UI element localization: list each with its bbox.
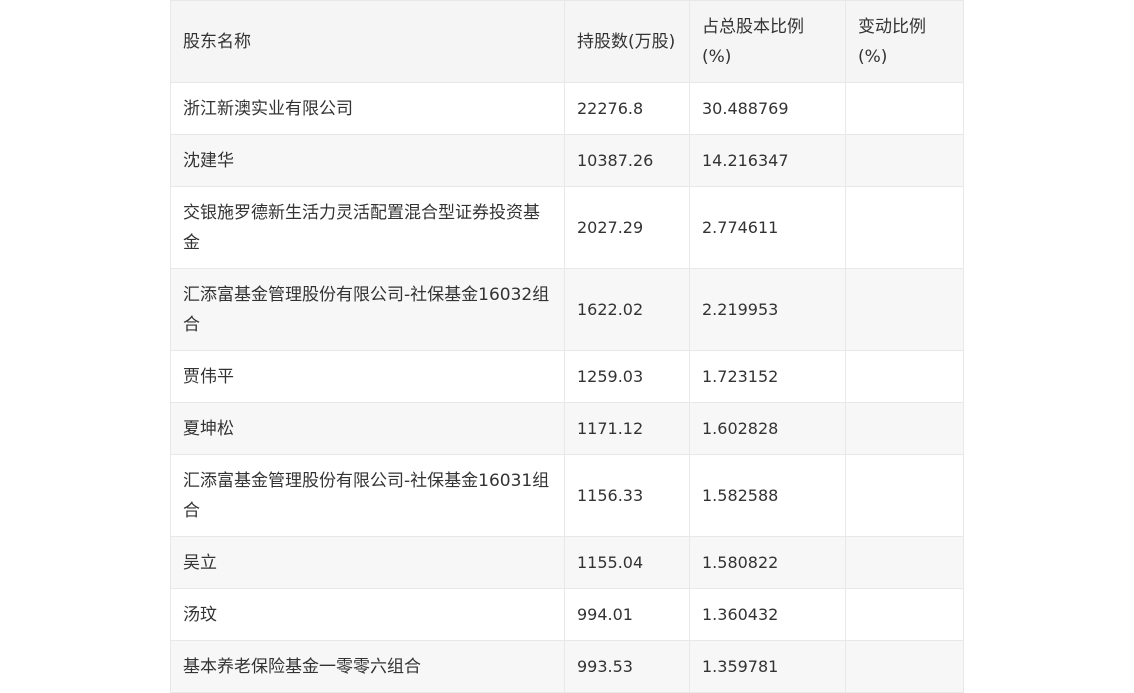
table-row: 沈建华 10387.26 14.216347	[170, 134, 964, 187]
cell-name: 基本养老保险基金一零零六组合	[170, 640, 565, 693]
header-shareholder-name: 股东名称	[170, 0, 565, 83]
table-row: 贾伟平 1259.03 1.723152	[170, 350, 964, 403]
cell-ratio: 1.602828	[689, 402, 846, 455]
table-row: 汇添富基金管理股份有限公司-社保基金16031组合 1156.33 1.5825…	[170, 454, 964, 537]
cell-change	[845, 536, 964, 589]
cell-shares: 1622.02	[564, 268, 690, 351]
cell-change	[845, 186, 964, 269]
cell-shares: 994.01	[564, 588, 690, 641]
cell-shares: 1171.12	[564, 402, 690, 455]
cell-shares: 22276.8	[564, 82, 690, 135]
cell-name: 交银施罗德新生活力灵活配置混合型证券投资基金	[170, 186, 565, 269]
cell-ratio: 1.360432	[689, 588, 846, 641]
cell-name: 汇添富基金管理股份有限公司-社保基金16031组合	[170, 454, 565, 537]
cell-ratio: 1.359781	[689, 640, 846, 693]
shareholder-table-container: 股东名称 持股数(万股) 占总股本比例(%) 变动比例(%) 浙江新澳实业有限公…	[170, 0, 964, 693]
cell-name: 贾伟平	[170, 350, 565, 403]
header-shares: 持股数(万股)	[564, 0, 690, 83]
cell-ratio: 1.582588	[689, 454, 846, 537]
cell-ratio: 2.774611	[689, 186, 846, 269]
cell-shares: 1259.03	[564, 350, 690, 403]
cell-name: 汇添富基金管理股份有限公司-社保基金16032组合	[170, 268, 565, 351]
cell-shares: 1156.33	[564, 454, 690, 537]
cell-name: 浙江新澳实业有限公司	[170, 82, 565, 135]
cell-change	[845, 350, 964, 403]
cell-change	[845, 588, 964, 641]
cell-ratio: 14.216347	[689, 134, 846, 187]
table-header-row: 股东名称 持股数(万股) 占总股本比例(%) 变动比例(%)	[170, 0, 964, 83]
cell-change	[845, 640, 964, 693]
cell-shares: 1155.04	[564, 536, 690, 589]
table-row: 吴立 1155.04 1.580822	[170, 536, 964, 589]
cell-change	[845, 82, 964, 135]
cell-ratio: 30.488769	[689, 82, 846, 135]
cell-change	[845, 268, 964, 351]
table-row: 基本养老保险基金一零零六组合 993.53 1.359781	[170, 640, 964, 693]
cell-change	[845, 454, 964, 537]
shareholder-table: 股东名称 持股数(万股) 占总股本比例(%) 变动比例(%) 浙江新澳实业有限公…	[170, 0, 964, 693]
table-row: 汤玟 994.01 1.360432	[170, 588, 964, 641]
cell-change	[845, 134, 964, 187]
cell-name: 吴立	[170, 536, 565, 589]
table-row: 交银施罗德新生活力灵活配置混合型证券投资基金 2027.29 2.774611	[170, 186, 964, 269]
cell-ratio: 2.219953	[689, 268, 846, 351]
cell-name: 沈建华	[170, 134, 565, 187]
cell-ratio: 1.580822	[689, 536, 846, 589]
cell-shares: 10387.26	[564, 134, 690, 187]
table-row: 浙江新澳实业有限公司 22276.8 30.488769	[170, 82, 964, 135]
cell-name: 夏坤松	[170, 402, 565, 455]
cell-ratio: 1.723152	[689, 350, 846, 403]
header-change: 变动比例(%)	[845, 0, 964, 83]
cell-name: 汤玟	[170, 588, 565, 641]
table-row: 汇添富基金管理股份有限公司-社保基金16032组合 1622.02 2.2199…	[170, 268, 964, 351]
cell-shares: 2027.29	[564, 186, 690, 269]
cell-shares: 993.53	[564, 640, 690, 693]
cell-change	[845, 402, 964, 455]
table-row: 夏坤松 1171.12 1.602828	[170, 402, 964, 455]
header-ratio: 占总股本比例(%)	[689, 0, 846, 83]
